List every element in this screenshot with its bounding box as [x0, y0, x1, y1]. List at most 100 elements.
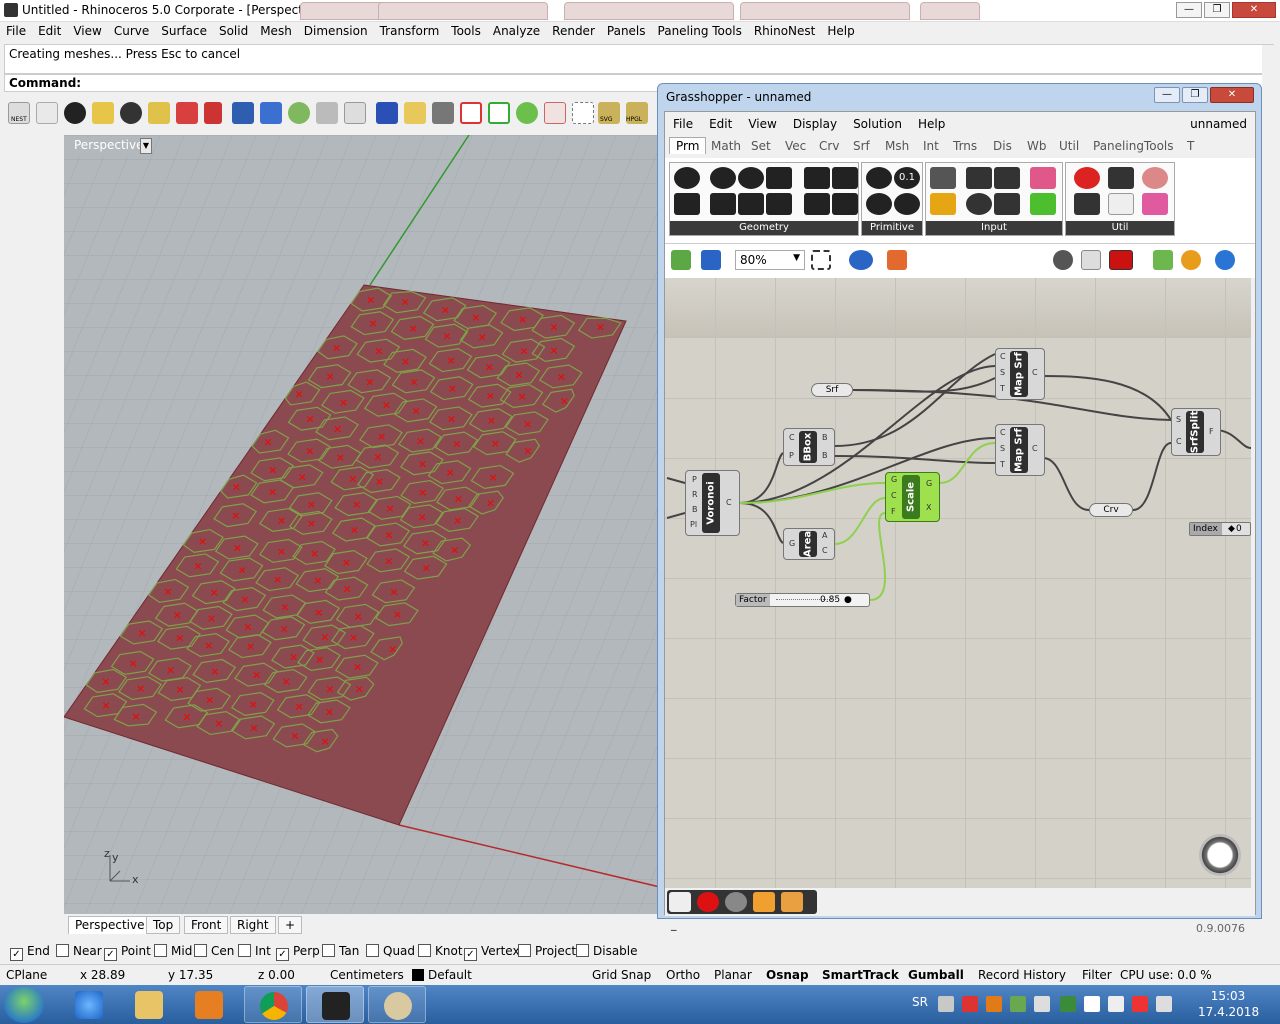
gradient-input-icon[interactable]: [1030, 167, 1056, 189]
taskbar-paint-icon[interactable]: [368, 986, 426, 1023]
maximize-button[interactable]: ❐: [1204, 2, 1230, 18]
menu-render[interactable]: Render: [546, 22, 601, 40]
preview-mode-icon[interactable]: [1053, 250, 1073, 270]
osnap-project[interactable]: Project: [518, 944, 576, 958]
download-icon[interactable]: [669, 892, 691, 912]
map-srf-component-1[interactable]: Map Srf C S T C: [995, 348, 1045, 400]
tab-front[interactable]: Front: [184, 916, 229, 934]
osnap-cen[interactable]: Cen: [194, 944, 234, 958]
add-viewport-tab[interactable]: +: [278, 916, 303, 934]
tray-flag-icon[interactable]: [1132, 996, 1148, 1012]
menu-file[interactable]: File: [0, 22, 32, 40]
panel-input-icon[interactable]: [930, 167, 956, 189]
mesh-param-icon[interactable]: [832, 167, 858, 189]
menu-panels[interactable]: Panels: [601, 22, 652, 40]
save-file-icon[interactable]: [701, 250, 721, 270]
gh-tab-msh[interactable]: Msh: [885, 139, 909, 153]
system-clock[interactable]: 15:03 17.4.2018: [1198, 988, 1259, 1020]
numbered-1-2-icon[interactable]: [64, 102, 86, 124]
navigation-wheel-icon[interactable]: [1199, 834, 1241, 876]
brush-icon[interactable]: [516, 102, 538, 124]
tab-right[interactable]: Right: [230, 916, 276, 934]
gh-maximize-button[interactable]: ❐: [1182, 87, 1208, 103]
menu-tools[interactable]: Tools: [445, 22, 487, 40]
menu-transform[interactable]: Transform: [374, 22, 446, 40]
units-status[interactable]: Centimeters: [330, 968, 404, 982]
brep-param-icon[interactable]: [804, 167, 830, 189]
layer-number-icon[interactable]: [148, 102, 170, 124]
gh-tab-math[interactable]: Math: [711, 139, 741, 153]
point-param-icon[interactable]: [674, 167, 700, 189]
osnap-perp[interactable]: ✓ Perp: [276, 944, 320, 961]
gh-tab-set[interactable]: Set: [751, 139, 771, 153]
geometry-param-icon[interactable]: [832, 193, 858, 215]
gh-tab-panelingtools[interactable]: PanelingTools: [1093, 139, 1174, 153]
menu-paneling-tools[interactable]: Paneling Tools: [652, 22, 748, 40]
integer-param-icon[interactable]: [866, 193, 892, 215]
relay-arrow-icon[interactable]: [1108, 167, 1134, 189]
srfsplit-component[interactable]: SrfSplit S C F: [1171, 408, 1221, 456]
color-swatch-icon[interactable]: [1030, 193, 1056, 215]
gh-tab-trns[interactable]: Trns: [953, 139, 977, 153]
osnap-tan[interactable]: Tan: [322, 944, 359, 958]
smarttrack-toggle[interactable]: SmartTrack: [822, 968, 899, 982]
layer-status[interactable]: Default: [412, 968, 472, 982]
tray-volume-icon[interactable]: [1156, 996, 1172, 1012]
osnap-toggle[interactable]: Osnap: [766, 968, 809, 982]
gh-tab-int[interactable]: Int: [923, 139, 939, 153]
tab-perspective[interactable]: Perspective: [68, 916, 152, 934]
taskbar-ie-icon[interactable]: [60, 986, 118, 1023]
gh-menu-view[interactable]: View: [740, 112, 784, 136]
gh-tab-wb[interactable]: Wb: [1027, 139, 1046, 153]
group-input-label[interactable]: Input: [926, 221, 1062, 235]
gh-tab-crv[interactable]: Crv: [819, 139, 839, 153]
taskbar-explorer-icon[interactable]: [120, 986, 178, 1023]
record-history-toggle[interactable]: Record History: [978, 968, 1066, 982]
graph-mapper-icon[interactable]: [930, 193, 956, 215]
gh-menu-file[interactable]: File: [665, 112, 701, 136]
arrow-tool-icon[interactable]: [204, 102, 222, 124]
cplane-status[interactable]: CPlane: [6, 968, 47, 982]
gh-close-button[interactable]: ✕: [1210, 87, 1254, 103]
gh-tab-dis[interactable]: Dis: [993, 139, 1012, 153]
folder-icon[interactable]: [404, 102, 426, 124]
slider-input-icon[interactable]: [994, 167, 1020, 189]
pattern-icon[interactable]: [376, 102, 398, 124]
menu-edit[interactable]: Edit: [32, 22, 67, 40]
osnap-point[interactable]: ✓ Point: [104, 944, 151, 961]
bold-b-icon[interactable]: [544, 102, 566, 124]
taskbar-rhino-icon[interactable]: [306, 986, 364, 1023]
surface-param-icon[interactable]: [804, 193, 830, 215]
minimize-button[interactable]: —: [1176, 2, 1202, 18]
wireframe-icon[interactable]: [1081, 250, 1101, 270]
curve-offset-icon[interactable]: [316, 102, 338, 124]
boolean-param-icon[interactable]: [866, 167, 892, 189]
gh-tab-vec[interactable]: Vec: [785, 139, 806, 153]
cluster-icon[interactable]: [1142, 167, 1168, 189]
move-icon[interactable]: [232, 102, 254, 124]
gh-tab-util[interactable]: Util: [1059, 139, 1079, 153]
srf-param[interactable]: Srf: [811, 383, 853, 397]
export-icon[interactable]: [781, 892, 803, 912]
index-slider[interactable]: Index ◆ 0: [1189, 522, 1251, 536]
perspective-viewport[interactable]: × × × × × × × × × × × × × × × × × × × × × × × × × × × × × × × × × × × × × × × ×…: [64, 135, 660, 915]
gh-menu-solution[interactable]: Solution: [845, 112, 910, 136]
gh-minimize-button[interactable]: —: [1154, 87, 1180, 103]
menu-rhinonest[interactable]: RhinoNest: [748, 22, 822, 40]
svg-export-icon[interactable]: SVG: [598, 102, 620, 124]
line-param-icon[interactable]: [738, 193, 764, 215]
nest-icon[interactable]: NEST: [8, 102, 30, 124]
shaded-preview-icon[interactable]: [1109, 250, 1133, 270]
circular-arc-param-icon[interactable]: [738, 167, 764, 189]
tray-pdf-icon[interactable]: [962, 996, 978, 1012]
taskbar-chrome-icon[interactable]: [244, 986, 302, 1023]
gumball-toggle[interactable]: Gumball: [908, 968, 964, 982]
gh-menu-display[interactable]: Display: [785, 112, 845, 136]
puzzle-icon[interactable]: [288, 102, 310, 124]
osnap-near[interactable]: Near: [56, 944, 102, 958]
osnap-disable[interactable]: Disable: [576, 944, 638, 958]
gh-tab-prm[interactable]: Prm: [669, 137, 707, 154]
bounding-box-icon[interactable]: [460, 102, 482, 124]
filter-toggle[interactable]: Filter: [1082, 968, 1112, 982]
gh-tab-srf[interactable]: Srf: [853, 139, 870, 153]
